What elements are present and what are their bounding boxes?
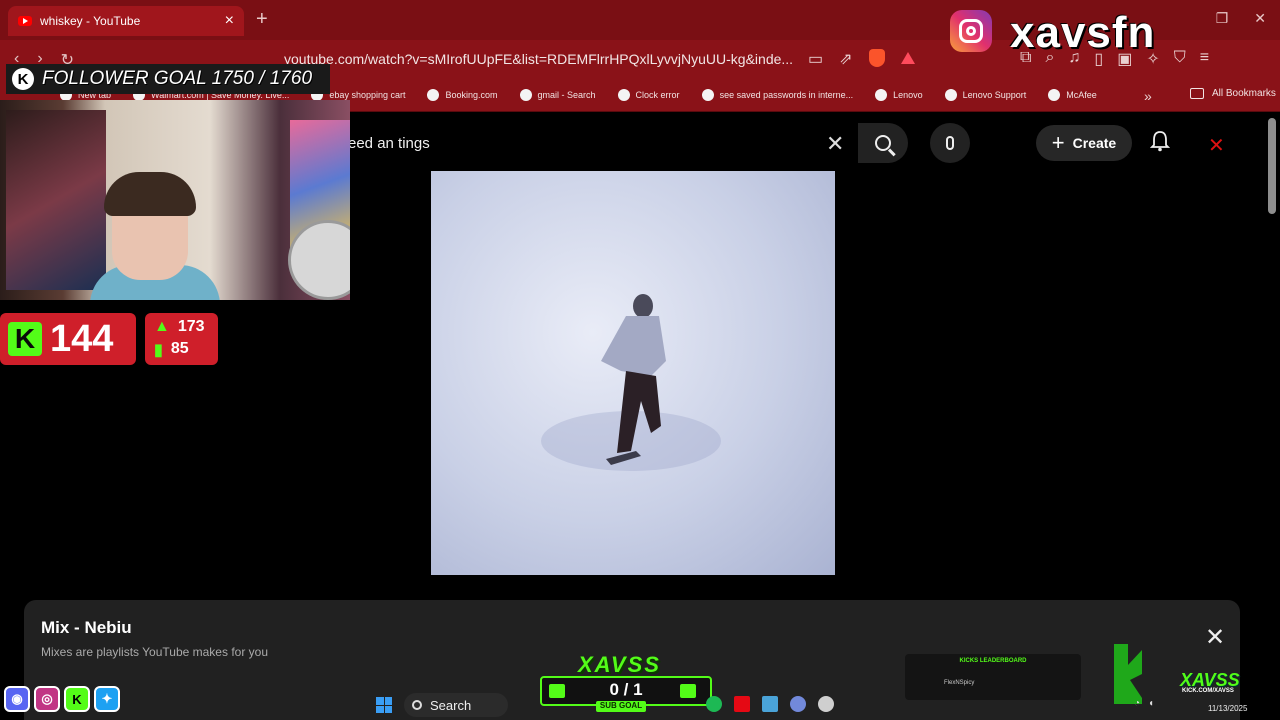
bookmark-item[interactable]: Lenovo <box>875 89 923 101</box>
taskbar-search-label: Search <box>430 697 472 713</box>
tab-close-icon[interactable]: × <box>225 13 234 29</box>
url-field[interactable]: youtube.com/watch?v=sMIrofUUpFE&list=RDE… <box>284 51 793 67</box>
microphone-icon <box>946 136 954 150</box>
discord-taskbar-icon[interactable] <box>790 696 806 712</box>
bar-chart-icon: ▮ <box>154 342 163 359</box>
bookmark-favicon-icon <box>519 89 532 101</box>
bookmark-item[interactable]: Clock error <box>617 89 680 101</box>
social-icons: ◉ ◎ K ✦ <box>4 686 120 712</box>
sub-goal-brand: XAVSS <box>578 652 661 677</box>
bookmarks-overflow-icon[interactable]: » <box>1144 88 1152 104</box>
bookmark-label: Lenovo <box>893 90 923 100</box>
bookmark-favicon-icon <box>701 89 714 101</box>
clear-search-icon[interactable]: ✕ <box>826 131 844 157</box>
bookmark-label: ebay shopping cart <box>329 90 406 100</box>
kicks-leaderboard-title: KICKS LEADERBOARD <box>959 658 1027 664</box>
instagram-small-icon: ◎ <box>34 686 60 712</box>
bookmark-item[interactable]: McAfee <box>1048 89 1097 101</box>
taskbar-search[interactable]: Search <box>404 693 508 717</box>
restore-window-icon[interactable]: ❐ <box>1216 10 1229 27</box>
menu-icon[interactable]: ≡ <box>1200 49 1209 69</box>
instagram-handle: xavsfn <box>1010 8 1156 57</box>
cast-icon[interactable]: ▭ <box>808 49 823 69</box>
brave-rewards-icon[interactable] <box>900 52 915 64</box>
share-icon[interactable]: ⇗ <box>839 49 852 69</box>
volume-icon[interactable]: ◖ <box>1148 698 1154 709</box>
kick-viewer-count: 144 <box>50 317 114 360</box>
kick-viewer-card: K 144 <box>0 313 136 365</box>
photos-icon[interactable] <box>762 696 778 712</box>
system-tray: ◔ ◖ <box>1134 698 1154 709</box>
webcam-feed <box>0 100 350 300</box>
stat-row-bars: ▮ 85 <box>154 340 189 360</box>
xavss-url: KICK.COM/XAVSS <box>1182 688 1234 694</box>
bookmark-label: gmail - Search <box>537 90 596 100</box>
tab-title: whiskey - YouTube <box>40 14 141 28</box>
stat-row-up: ▲ 173 <box>154 318 205 336</box>
kick-logo-icon: K <box>8 322 42 356</box>
create-button[interactable]: + Create <box>1036 125 1132 161</box>
taskbar-apps <box>706 696 834 712</box>
window-controls: ❐ ✕ <box>1216 10 1266 27</box>
twitter-icon: ✦ <box>94 686 120 712</box>
discord-icon: ◉ <box>4 686 30 712</box>
netflix-icon[interactable] <box>734 696 750 712</box>
search-button[interactable] <box>858 123 908 163</box>
address-bar-actions: ▭ ⇗ <box>808 49 915 69</box>
all-bookmarks-label: All Bookmarks <box>1212 88 1276 99</box>
plus-icon: + <box>1051 130 1065 155</box>
notifications-bell-icon[interactable] <box>1150 130 1170 152</box>
bookmark-item[interactable]: Lenovo Support <box>944 89 1027 101</box>
create-label: Create <box>1072 135 1117 151</box>
taskbar-date: 11/13/2025 <box>1208 704 1248 713</box>
youtube-favicon-icon <box>18 16 32 26</box>
bookmark-favicon-icon <box>617 89 630 101</box>
follower-goal-text: FOLLOWER GOAL 1750 / 1760 <box>42 68 313 89</box>
network-icon[interactable]: ◔ <box>1134 698 1140 709</box>
bookmark-label: Booking.com <box>445 90 498 100</box>
bookmark-favicon-icon <box>875 89 888 101</box>
mix-subtitle: Mixes are playlists YouTube makes for yo… <box>41 645 268 659</box>
new-tab-button[interactable]: + <box>256 8 268 31</box>
video-frame-snowboarder <box>541 294 721 471</box>
settings-icon[interactable] <box>818 696 834 712</box>
close-mix-icon[interactable]: ✕ <box>1205 623 1225 652</box>
mix-title[interactable]: Mix - Nebiu <box>41 618 132 638</box>
search-input[interactable]: eed an tings <box>348 135 430 152</box>
bookmark-favicon-icon <box>944 89 957 101</box>
bookmark-item[interactable]: gmail - Search <box>519 89 596 101</box>
stat-up-value: 173 <box>177 318 205 335</box>
windows-start-icon[interactable] <box>376 697 392 713</box>
bookmark-item[interactable]: Booking.com <box>427 89 498 101</box>
bookmark-label: see saved passwords in interne... <box>719 90 854 100</box>
kick-logo-icon: K <box>12 68 34 90</box>
bookmark-favicon-icon <box>427 89 440 101</box>
browser-tab[interactable]: whiskey - YouTube × <box>8 6 244 36</box>
up-arrow-icon: ▲ <box>154 318 170 335</box>
page-scrollbar[interactable] <box>1268 118 1276 214</box>
all-bookmarks-button[interactable]: All Bookmarks <box>1190 88 1276 99</box>
bookmark-favicon-icon <box>1048 89 1061 101</box>
folder-icon <box>1190 88 1204 99</box>
video-player[interactable] <box>431 171 835 575</box>
bookmark-label: McAfee <box>1066 90 1097 100</box>
follower-goal-bar: K FOLLOWER GOAL 1750 / 1760 <box>6 64 330 94</box>
close-window-icon[interactable]: ✕ <box>1254 10 1266 27</box>
bookmark-label: Clock error <box>635 90 680 100</box>
instagram-icon <box>950 10 992 52</box>
stat-bars-value: 85 <box>170 340 189 357</box>
spotify-icon[interactable] <box>706 696 722 712</box>
voice-search-button[interactable] <box>930 123 970 163</box>
search-icon <box>412 700 422 710</box>
search-icon <box>875 135 891 151</box>
bookmark-item[interactable]: see saved passwords in interne... <box>701 89 854 101</box>
kick-small-icon: K <box>64 686 90 712</box>
vpn-icon[interactable]: ⛉ <box>1174 49 1186 69</box>
brave-shields-icon[interactable] <box>868 49 885 67</box>
kicks-leaderboard-user: FlexNSpicy <box>944 680 975 686</box>
account-avatar[interactable]: ✕ <box>1208 133 1225 158</box>
bookmark-label: Lenovo Support <box>962 90 1027 100</box>
